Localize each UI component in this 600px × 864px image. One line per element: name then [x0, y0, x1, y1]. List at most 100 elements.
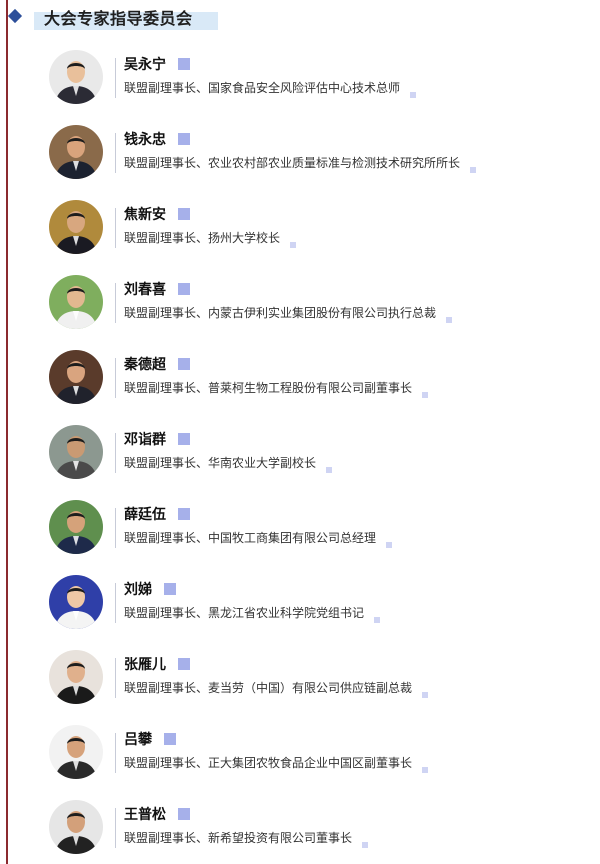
member-divider — [115, 433, 116, 473]
member-role-line: 联盟副理事长、华南农业大学副校长 — [124, 456, 333, 473]
member-name-line: 钱永忠 — [124, 132, 190, 148]
member-avatar — [49, 350, 103, 404]
member-avatar — [49, 725, 103, 779]
member-name-line: 薛廷伍 — [124, 507, 190, 523]
role-square-marker — [446, 317, 453, 323]
member-name: 吴永宁 — [124, 57, 166, 73]
role-square-marker — [422, 392, 429, 398]
member-role: 联盟副理事长、国家食品安全风险评估中心技术总师 — [124, 81, 401, 95]
name-square-marker — [164, 733, 176, 745]
member-avatar — [49, 125, 103, 179]
member-role: 联盟副理事长、扬州大学校长 — [124, 231, 281, 245]
member-name: 秦德超 — [124, 357, 166, 373]
member-role-line: 联盟副理事长、中国牧工商集团有限公司总经理 — [124, 531, 393, 548]
member-row: 钱永忠联盟副理事长、农业农村部农业质量标准与检测技术研究所所长 — [0, 123, 600, 187]
name-square-marker — [178, 508, 190, 520]
member-row: 张雁儿联盟副理事长、麦当劳（中国）有限公司供应链副总裁 — [0, 648, 600, 712]
member-divider — [115, 133, 116, 173]
member-role-line: 联盟副理事长、普莱柯生物工程股份有限公司副董事长 — [124, 381, 429, 398]
member-name: 王普松 — [124, 807, 166, 823]
member-role-line: 联盟副理事长、国家食品安全风险评估中心技术总师 — [124, 81, 417, 98]
member-avatar — [49, 275, 103, 329]
member-name-line: 吴永宁 — [124, 57, 190, 73]
member-divider — [115, 658, 116, 698]
member-name: 钱永忠 — [124, 132, 166, 148]
member-name: 刘娣 — [124, 582, 152, 598]
member-row: 吴永宁联盟副理事长、国家食品安全风险评估中心技术总师 — [0, 48, 600, 112]
member-role: 联盟副理事长、新希望投资有限公司董事长 — [124, 831, 353, 845]
member-avatar — [49, 200, 103, 254]
role-square-marker — [422, 767, 429, 773]
member-role-line: 联盟副理事长、正大集团农牧食品企业中国区副董事长 — [124, 756, 429, 773]
member-row: 刘娣联盟副理事长、黑龙江省农业科学院党组书记 — [0, 573, 600, 637]
member-role: 联盟副理事长、内蒙古伊利实业集团股份有限公司执行总裁 — [124, 306, 437, 320]
member-row: 薛廷伍联盟副理事长、中国牧工商集团有限公司总经理 — [0, 498, 600, 562]
member-avatar — [49, 425, 103, 479]
member-name-line: 吕攀 — [124, 732, 176, 748]
member-divider — [115, 358, 116, 398]
diamond-bullet-icon — [7, 8, 23, 24]
member-name: 张雁儿 — [124, 657, 166, 673]
member-divider — [115, 733, 116, 773]
member-role: 联盟副理事长、中国牧工商集团有限公司总经理 — [124, 531, 377, 545]
member-name: 焦新安 — [124, 207, 166, 223]
member-name: 邓诣群 — [124, 432, 166, 448]
role-square-marker — [290, 242, 297, 248]
member-name-line: 张雁儿 — [124, 657, 190, 673]
role-square-marker — [470, 167, 477, 173]
member-row: 吕攀联盟副理事长、正大集团农牧食品企业中国区副董事长 — [0, 723, 600, 787]
role-square-marker — [410, 92, 417, 98]
member-role: 联盟副理事长、麦当劳（中国）有限公司供应链副总裁 — [124, 681, 413, 695]
member-avatar — [49, 500, 103, 554]
member-name: 薛廷伍 — [124, 507, 166, 523]
name-square-marker — [178, 283, 190, 295]
member-role: 联盟副理事长、农业农村部农业质量标准与检测技术研究所所长 — [124, 156, 461, 170]
member-role: 联盟副理事长、黑龙江省农业科学院党组书记 — [124, 606, 365, 620]
role-square-marker — [362, 842, 369, 848]
member-divider — [115, 58, 116, 98]
member-name-line: 秦德超 — [124, 357, 190, 373]
member-divider — [115, 508, 116, 548]
name-square-marker — [178, 808, 190, 820]
member-avatar — [49, 650, 103, 704]
name-square-marker — [178, 358, 190, 370]
name-square-marker — [178, 658, 190, 670]
member-row: 焦新安联盟副理事长、扬州大学校长 — [0, 198, 600, 262]
member-row: 王普松联盟副理事长、新希望投资有限公司董事长 — [0, 798, 600, 862]
role-square-marker — [386, 542, 393, 548]
member-role-line: 联盟副理事长、内蒙古伊利实业集团股份有限公司执行总裁 — [124, 306, 453, 323]
member-name-line: 王普松 — [124, 807, 190, 823]
section-title: 大会专家指导委员会 — [44, 9, 193, 28]
member-divider — [115, 583, 116, 623]
member-role-line: 联盟副理事长、农业农村部农业质量标准与检测技术研究所所长 — [124, 156, 477, 173]
role-square-marker — [422, 692, 429, 698]
role-square-marker — [326, 467, 333, 473]
member-name: 刘春喜 — [124, 282, 166, 298]
member-divider — [115, 208, 116, 248]
role-square-marker — [374, 617, 381, 623]
name-square-marker — [178, 58, 190, 70]
member-role: 联盟副理事长、华南农业大学副校长 — [124, 456, 317, 470]
name-square-marker — [178, 208, 190, 220]
member-role: 联盟副理事长、普莱柯生物工程股份有限公司副董事长 — [124, 381, 413, 395]
member-name-line: 刘春喜 — [124, 282, 190, 298]
member-role-line: 联盟副理事长、黑龙江省农业科学院党组书记 — [124, 606, 381, 623]
member-row: 秦德超联盟副理事长、普莱柯生物工程股份有限公司副董事长 — [0, 348, 600, 412]
member-divider — [115, 283, 116, 323]
member-avatar — [49, 575, 103, 629]
member-role-line: 联盟副理事长、扬州大学校长 — [124, 231, 297, 248]
member-name-line: 焦新安 — [124, 207, 190, 223]
name-square-marker — [178, 133, 190, 145]
member-name: 吕攀 — [124, 732, 152, 748]
member-row: 刘春喜联盟副理事长、内蒙古伊利实业集团股份有限公司执行总裁 — [0, 273, 600, 337]
name-square-marker — [164, 583, 176, 595]
member-name-line: 邓诣群 — [124, 432, 190, 448]
member-role-line: 联盟副理事长、新希望投资有限公司董事长 — [124, 831, 369, 848]
member-name-line: 刘娣 — [124, 582, 176, 598]
member-role: 联盟副理事长、正大集团农牧食品企业中国区副董事长 — [124, 756, 413, 770]
member-role-line: 联盟副理事长、麦当劳（中国）有限公司供应链副总裁 — [124, 681, 429, 698]
name-square-marker — [178, 433, 190, 445]
member-avatar — [49, 800, 103, 854]
member-avatar — [49, 50, 103, 104]
member-divider — [115, 808, 116, 848]
